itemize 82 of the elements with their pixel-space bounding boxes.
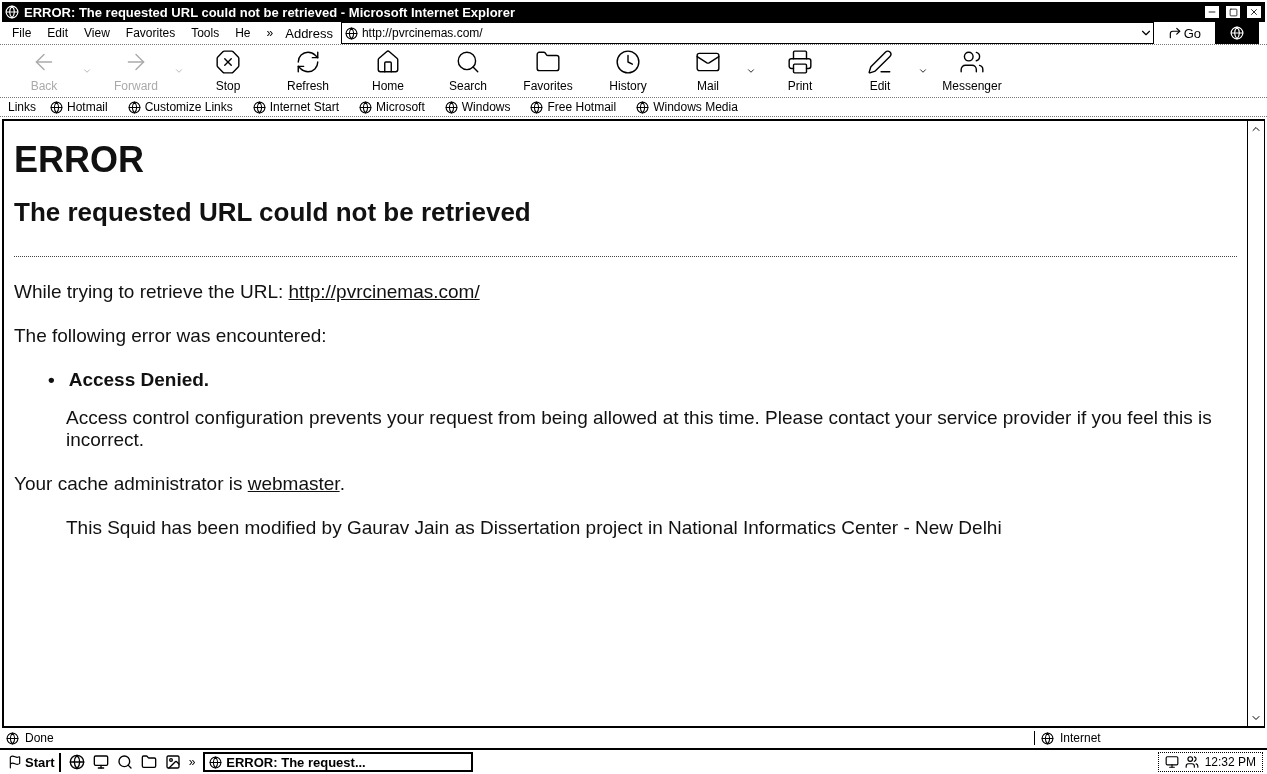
url-sentence: While trying to retrieve the URL: http://pvrcinemas.com/	[14, 281, 481, 303]
window-title: ERROR: The requested URL could not be retrieved - Microsoft Internet Explorer	[24, 4, 516, 20]
error-heading: The requested URL could not be retrieved	[14, 197, 532, 228]
webmaster-link[interactable]: webmaster	[247, 473, 340, 494]
status-text: Done	[25, 731, 54, 745]
link-item[interactable]: Hotmail	[44, 98, 114, 116]
menu-item[interactable]: File	[8, 24, 36, 42]
close-button[interactable]	[1246, 5, 1262, 19]
admin-sentence: Your cache administrator is webmaster.	[14, 473, 346, 495]
people-icon	[1184, 755, 1199, 769]
toolbar-button[interactable]: Mail	[672, 45, 756, 97]
page-icon	[444, 100, 458, 114]
minimize-button[interactable]	[1204, 5, 1220, 19]
toolbar-button[interactable]: Home	[352, 45, 424, 97]
footer-note: This Squid has been modified by Gaurav Jain as Dissertation project in National Informatics Center - New Delhi	[66, 517, 1003, 539]
clock-icon	[615, 49, 641, 75]
link-item[interactable]: Microsoft	[353, 98, 431, 116]
menu-item[interactable]: He	[231, 24, 255, 42]
pen-icon	[867, 49, 893, 75]
search-icon	[455, 49, 481, 75]
link-item[interactable]: Windows Media	[630, 98, 744, 116]
arrow-icon	[1167, 26, 1182, 40]
search-icon[interactable]	[116, 754, 133, 770]
overflow-button[interactable]: »	[188, 755, 196, 769]
error-item: Access Denied.	[68, 369, 210, 391]
globe-icon	[1230, 26, 1244, 40]
flag-icon	[8, 755, 22, 769]
globe-icon	[1041, 731, 1054, 745]
dropdown-icon[interactable]	[746, 66, 756, 76]
link-item[interactable]: Internet Start	[246, 98, 346, 116]
links-label: Links	[8, 100, 36, 114]
toolbar-button[interactable]: Edit	[844, 45, 928, 97]
clock-text: 12:32 PM	[1204, 755, 1256, 769]
link-item[interactable]: Windows	[438, 98, 517, 116]
zone-text: Internet	[1060, 731, 1101, 745]
folder-icon[interactable]	[140, 754, 157, 770]
page-icon	[50, 100, 63, 114]
taskbar-window-button[interactable]: ERROR: The request...	[203, 752, 474, 772]
error-detail: Access control configuration prevents your request from being allowed at this time. Please contact your service provider if you feel this is incorrect.	[66, 407, 1213, 451]
menu-overflow-button[interactable]: »	[262, 24, 278, 42]
toolbar-button[interactable]: Search	[432, 45, 504, 97]
home-icon	[375, 49, 401, 75]
network-icon	[1164, 755, 1179, 769]
refresh-icon	[295, 49, 321, 75]
page-icon	[209, 755, 223, 769]
menu-item[interactable]: Favorites	[121, 24, 180, 42]
maximize-icon	[1228, 7, 1238, 17]
error-title: ERROR	[14, 139, 145, 181]
bullet-mark: •	[48, 369, 55, 391]
toolbar-button[interactable]: History	[592, 45, 664, 97]
toolbar-button[interactable]: Refresh	[272, 45, 344, 97]
close-icon	[1249, 7, 1259, 17]
address-bar[interactable]: http://pvrcinemas.com/	[340, 22, 1154, 44]
desktop-icon[interactable]	[92, 754, 109, 770]
link-item[interactable]: Customize Links	[121, 98, 239, 116]
stop-icon	[215, 49, 241, 75]
maximize-button[interactable]	[1225, 5, 1241, 19]
page-icon	[359, 100, 373, 114]
picture-frame-icon[interactable]	[164, 754, 181, 770]
address-label: Address	[285, 25, 333, 41]
menu-item[interactable]: Tools	[187, 24, 224, 42]
printer-icon	[787, 49, 813, 75]
menu-item[interactable]: View	[80, 24, 114, 42]
page-icon	[6, 731, 19, 745]
menu-item[interactable]: Edit	[43, 24, 73, 42]
toolbar-button[interactable]: Stop	[192, 45, 264, 97]
page-icon	[252, 100, 266, 114]
page-icon	[636, 100, 650, 114]
people-icon	[959, 49, 985, 75]
browser-icon[interactable]	[68, 754, 85, 770]
go-button[interactable]: Go	[1161, 24, 1207, 42]
url-link[interactable]: http://pvrcinemas.com/	[288, 281, 480, 302]
page-icon	[530, 100, 544, 114]
toolbar-button[interactable]: Print	[764, 45, 836, 97]
page-icon	[344, 26, 358, 40]
page-icon	[127, 100, 141, 114]
link-item[interactable]: Free Hotmail	[524, 98, 623, 116]
toolbar-button[interactable]: Messenger	[936, 45, 1008, 97]
toolbar-button[interactable]: Favorites	[512, 45, 584, 97]
error-intro: The following error was encountered:	[14, 325, 328, 347]
browser-icon	[5, 5, 19, 19]
dropdown-icon[interactable]	[918, 66, 928, 76]
